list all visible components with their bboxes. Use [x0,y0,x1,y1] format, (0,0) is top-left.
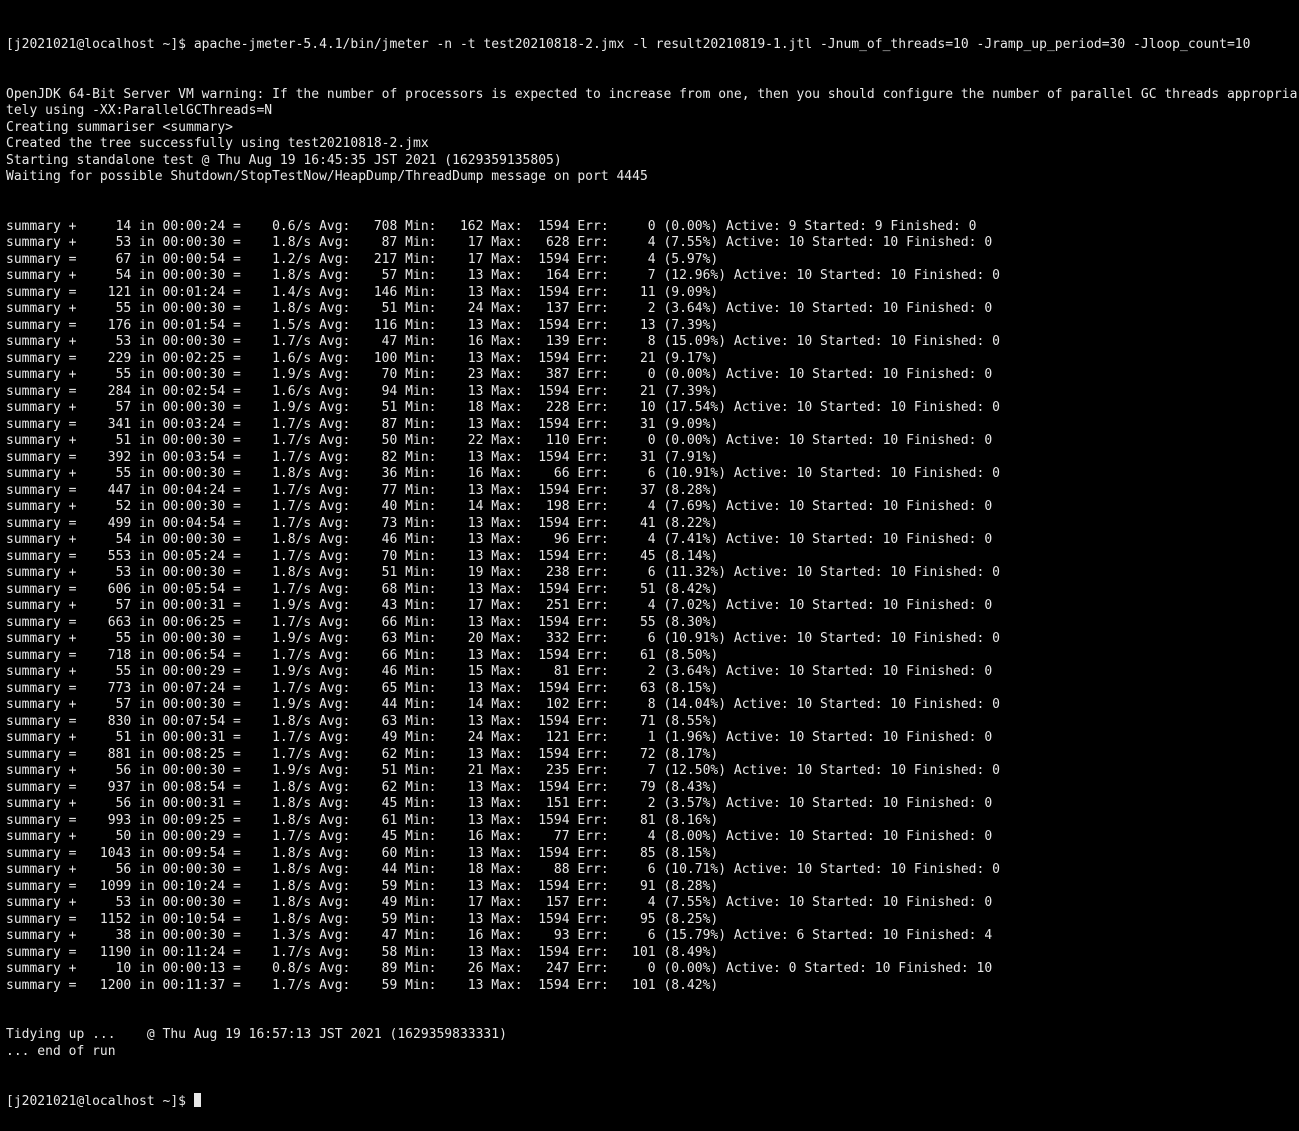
summary-row: summary + 52 in 00:00:30 = 1.7/s Avg: 40… [6,499,1293,516]
summary-row: summary + 51 in 00:00:31 = 1.7/s Avg: 49… [6,730,1293,747]
output-line: Created the tree successfully using test… [6,136,1293,153]
summary-row: summary = 1190 in 00:11:24 = 1.7/s Avg: … [6,945,1293,962]
summary-row: summary = 718 in 00:06:54 = 1.7/s Avg: 6… [6,648,1293,665]
output-line: ... end of run [6,1044,1293,1061]
summary-row: summary + 14 in 00:00:24 = 0.6/s Avg: 70… [6,219,1293,236]
summary-row: summary + 53 in 00:00:30 = 1.8/s Avg: 51… [6,565,1293,582]
summary-row: summary + 51 in 00:00:30 = 1.7/s Avg: 50… [6,433,1293,450]
output-line: tely using -XX:ParallelGCThreads=N [6,103,1293,120]
summary-row: summary = 341 in 00:03:24 = 1.7/s Avg: 8… [6,417,1293,434]
summary-row: summary + 55 in 00:00:30 = 1.9/s Avg: 63… [6,631,1293,648]
summary-row: summary + 10 in 00:00:13 = 0.8/s Avg: 89… [6,961,1293,978]
summary-row: summary = 1043 in 00:09:54 = 1.8/s Avg: … [6,846,1293,863]
summary-row: summary = 881 in 00:08:25 = 1.7/s Avg: 6… [6,747,1293,764]
summary-row: summary + 55 in 00:00:30 = 1.8/s Avg: 36… [6,466,1293,483]
summary-row: summary = 1099 in 00:10:24 = 1.8/s Avg: … [6,879,1293,896]
summary-row: summary + 56 in 00:00:31 = 1.8/s Avg: 45… [6,796,1293,813]
summary-row: summary + 53 in 00:00:30 = 1.8/s Avg: 49… [6,895,1293,912]
shell-prompt: [j2021021@localhost ~]$ [6,1094,194,1109]
summary-row: summary + 55 in 00:00:29 = 1.9/s Avg: 46… [6,664,1293,681]
summary-row: summary + 38 in 00:00:30 = 1.3/s Avg: 47… [6,928,1293,945]
output-line: Starting standalone test @ Thu Aug 19 16… [6,153,1293,170]
summary-row: summary = 1200 in 00:11:37 = 1.7/s Avg: … [6,978,1293,995]
summary-row: summary = 663 in 00:06:25 = 1.7/s Avg: 6… [6,615,1293,632]
summary-row: summary = 499 in 00:04:54 = 1.7/s Avg: 7… [6,516,1293,533]
cursor-icon [194,1093,201,1107]
summary-row: summary = 447 in 00:04:24 = 1.7/s Avg: 7… [6,483,1293,500]
summary-row: summary + 54 in 00:00:30 = 1.8/s Avg: 57… [6,268,1293,285]
summary-row: summary + 55 in 00:00:30 = 1.8/s Avg: 51… [6,301,1293,318]
summary-row: summary = 229 in 00:02:25 = 1.6/s Avg: 1… [6,351,1293,368]
summary-row: summary = 993 in 00:09:25 = 1.8/s Avg: 6… [6,813,1293,830]
summary-row: summary + 50 in 00:00:29 = 1.7/s Avg: 45… [6,829,1293,846]
summary-row: summary + 54 in 00:00:30 = 1.8/s Avg: 46… [6,532,1293,549]
summary-row: summary + 57 in 00:00:30 = 1.9/s Avg: 44… [6,697,1293,714]
summary-row: summary = 553 in 00:05:24 = 1.7/s Avg: 7… [6,549,1293,566]
summary-row: summary + 53 in 00:00:30 = 1.7/s Avg: 47… [6,334,1293,351]
output-line: Tidying up ... @ Thu Aug 19 16:57:13 JST… [6,1027,1293,1044]
next-prompt-line: [j2021021@localhost ~]$ [6,1093,1293,1111]
summary-row: summary + 55 in 00:00:30 = 1.9/s Avg: 70… [6,367,1293,384]
output-line: Waiting for possible Shutdown/StopTestNo… [6,169,1293,186]
startup-output: OpenJDK 64-Bit Server VM warning: If the… [6,87,1293,186]
summary-row: summary = 830 in 00:07:54 = 1.8/s Avg: 6… [6,714,1293,731]
output-line: OpenJDK 64-Bit Server VM warning: If the… [6,87,1293,104]
summary-row: summary = 937 in 00:08:54 = 1.8/s Avg: 6… [6,780,1293,797]
summary-row: summary + 57 in 00:00:30 = 1.9/s Avg: 51… [6,400,1293,417]
summary-row: summary + 57 in 00:00:31 = 1.9/s Avg: 43… [6,598,1293,615]
summary-row: summary = 67 in 00:00:54 = 1.2/s Avg: 21… [6,252,1293,269]
summary-row: summary = 176 in 00:01:54 = 1.5/s Avg: 1… [6,318,1293,335]
summary-row: summary = 121 in 00:01:24 = 1.4/s Avg: 1… [6,285,1293,302]
terminal-output[interactable]: [j2021021@localhost ~]$ apache-jmeter-5.… [0,0,1299,1131]
command-line: [j2021021@localhost ~]$ apache-jmeter-5.… [6,37,1293,54]
summary-row: summary = 284 in 00:02:54 = 1.6/s Avg: 9… [6,384,1293,401]
output-line: Creating summariser <summary> [6,120,1293,137]
summary-row: summary = 1152 in 00:10:54 = 1.8/s Avg: … [6,912,1293,929]
summary-row: summary = 773 in 00:07:24 = 1.7/s Avg: 6… [6,681,1293,698]
summary-row: summary + 56 in 00:00:30 = 1.9/s Avg: 51… [6,763,1293,780]
summary-row: summary = 392 in 00:03:54 = 1.7/s Avg: 8… [6,450,1293,467]
summary-row: summary + 53 in 00:00:30 = 1.8/s Avg: 87… [6,235,1293,252]
summary-rows: summary + 14 in 00:00:24 = 0.6/s Avg: 70… [6,219,1293,995]
footer-output: Tidying up ... @ Thu Aug 19 16:57:13 JST… [6,1027,1293,1060]
summary-row: summary + 56 in 00:00:30 = 1.8/s Avg: 44… [6,862,1293,879]
summary-row: summary = 606 in 00:05:54 = 1.7/s Avg: 6… [6,582,1293,599]
